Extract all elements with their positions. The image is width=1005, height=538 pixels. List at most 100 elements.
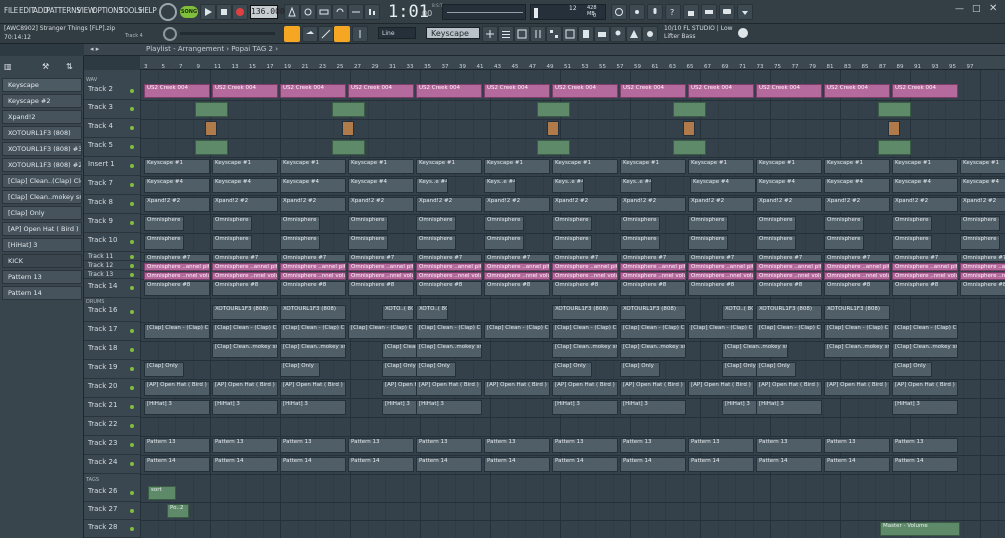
browser-sort-icon[interactable]: ⇅	[66, 62, 82, 72]
clip[interactable]: Omnisphere #7	[484, 254, 550, 262]
clip[interactable]: Keys..e #4	[416, 178, 448, 193]
clip[interactable]: [HiHat] 3	[416, 400, 482, 415]
clip[interactable]	[195, 102, 228, 117]
clip[interactable]: [Clap] Clean - (Clap) Clean	[212, 324, 278, 339]
clip[interactable]: [Clap] Clean..mokey snare	[552, 343, 618, 358]
channel-rack-icon[interactable]	[546, 26, 562, 42]
clip[interactable]: Omnisphere ..nnel volume	[280, 272, 346, 280]
clip[interactable]: Omnisphere #8	[552, 281, 618, 296]
clip[interactable]	[888, 121, 900, 136]
clip[interactable]: US2 Creek 004	[688, 84, 754, 98]
clip[interactable]: Keyscape #1	[212, 159, 278, 174]
clip[interactable]: Pattern 14	[552, 457, 618, 472]
clip[interactable]: Keyscape #1	[892, 159, 958, 174]
clip[interactable]: [HiHat] 3	[756, 400, 822, 415]
clip[interactable]: Keyscape #4	[892, 178, 958, 193]
track-header[interactable]: Track 14	[84, 280, 140, 298]
track-header[interactable]: Track 10	[84, 234, 140, 252]
clip[interactable]: Omnisphere #5	[620, 216, 660, 231]
clip[interactable]: Keys..e #4	[552, 178, 584, 193]
clip[interactable]: [Clap] Only	[416, 362, 456, 377]
clip[interactable]	[683, 121, 695, 136]
track-header[interactable]: Track 23	[84, 437, 140, 455]
countdown-icon[interactable]	[316, 4, 332, 20]
clip[interactable]: [Clap] Clean..mokey snare	[416, 343, 482, 358]
snap-select[interactable]: Line	[378, 27, 416, 39]
clip[interactable]: Xpand!2 #2	[416, 197, 482, 212]
clip[interactable]: Omnisphere ..annel pitch	[960, 263, 1005, 271]
clip[interactable]: Omnisphere #6	[688, 235, 728, 250]
browser-item-xpand[interactable]: Xpand!2	[2, 110, 82, 124]
clip[interactable]: Xpand!2 #2	[144, 197, 210, 212]
clip[interactable]: Pattern 14	[416, 457, 482, 472]
clip[interactable]: Omnisphere #8	[144, 281, 210, 296]
clip[interactable]: [HiHat] 3	[144, 400, 210, 415]
track-header[interactable]: Track 20	[84, 380, 140, 398]
clip[interactable]: Omnisphere #7	[960, 254, 1005, 262]
timeline-ruler[interactable]: 3 5 7 9 11 13 15 17 19 21 23 25 27 29 31 33 35 37 39 41 43 45…	[140, 56, 1005, 70]
track-header[interactable]: Track 9	[84, 215, 140, 233]
clip[interactable]: Pattern 13	[756, 438, 822, 453]
clip[interactable]: Omnisphere ..annel pitch	[756, 263, 822, 271]
browser-tools-icon[interactable]: ⚒	[42, 62, 58, 72]
track-enable-icon[interactable]	[130, 202, 134, 206]
clip[interactable]: Omnisphere #6	[348, 235, 388, 250]
shopping-cart-icon[interactable]	[701, 4, 717, 20]
clip[interactable]: Pattern 14	[824, 457, 890, 472]
clip[interactable]: Omnisphere ..annel pitch	[212, 263, 278, 271]
clip[interactable]: Keyscape #4	[212, 178, 278, 193]
clip[interactable]: US2 Creek 004	[144, 84, 210, 98]
clip[interactable]: Keyscape #1	[280, 159, 346, 174]
browser-icon[interactable]	[562, 26, 578, 42]
main-pitch-knob[interactable]	[163, 27, 177, 41]
track-header[interactable]: Track 11	[84, 253, 140, 261]
clip[interactable]: Keys..e #4	[484, 178, 516, 193]
clip[interactable]: [HiHat] 3	[620, 400, 686, 415]
clip[interactable]: Omnisphere #6	[552, 235, 592, 250]
clip[interactable]: [Clap] Clean - (Clap) Clean	[348, 324, 414, 339]
track-enable-icon[interactable]	[130, 462, 134, 466]
track-header[interactable]: Insert 1	[84, 158, 140, 176]
clip[interactable]	[537, 102, 570, 117]
piano-roll-icon[interactable]	[514, 26, 530, 42]
track-enable-icon[interactable]	[130, 183, 134, 187]
playlist-icon[interactable]	[498, 26, 514, 42]
clip[interactable]: Keyscape #4	[824, 178, 890, 193]
clip[interactable]: Keyscape #1	[484, 159, 550, 174]
maximize-icon[interactable]: □	[972, 4, 981, 14]
browser-item-pattern-13[interactable]: Pattern 13	[2, 270, 82, 284]
clip[interactable]: Omnisphere #5	[688, 216, 728, 231]
clip[interactable]: [HiHat] 3	[892, 400, 958, 415]
clip[interactable]: Pattern 14	[756, 457, 822, 472]
menu-patterns[interactable]: PATTERNS	[46, 6, 81, 15]
blend-notes-icon[interactable]	[348, 4, 364, 20]
clip[interactable]: Omnisphere #6	[416, 235, 456, 250]
browser-item-kick[interactable]: KICK	[2, 254, 82, 268]
clip[interactable]: [AP] Open Hat ( Bird )	[416, 381, 482, 396]
clip[interactable]: Pattern 14	[212, 457, 278, 472]
clip[interactable]	[547, 121, 559, 136]
track-header[interactable]: Track 16	[84, 304, 140, 322]
clip[interactable]: Omnisphere #5	[552, 216, 592, 231]
song-position-display[interactable]: 1:01 00	[388, 2, 438, 22]
browser-menu-icon[interactable]: ▥	[4, 62, 20, 72]
play-button[interactable]	[200, 4, 216, 20]
track-enable-icon[interactable]	[130, 443, 134, 447]
track-enable-icon[interactable]	[130, 405, 134, 409]
clip[interactable]: Xpand!2 #2	[348, 197, 414, 212]
clip[interactable]: US2 Creek 004	[348, 84, 414, 98]
clip[interactable]: Pattern 14	[280, 457, 346, 472]
clip[interactable]	[673, 102, 706, 117]
step-edit-icon[interactable]	[364, 4, 380, 20]
track-header[interactable]: Track 19	[84, 361, 140, 379]
clip[interactable]: Pattern 13	[280, 438, 346, 453]
clip[interactable]: XOTO..( 808) #3	[416, 305, 448, 320]
track-enable-icon[interactable]	[130, 310, 134, 314]
clip[interactable]	[195, 140, 228, 155]
clip[interactable]: Omnisphere #8	[892, 281, 958, 296]
clip[interactable]: Xpand!2 #2	[212, 197, 278, 212]
clip[interactable]: XOTOURL1F3 (808)	[756, 305, 822, 320]
clip[interactable]: Keyscape #1	[620, 159, 686, 174]
clip[interactable]: [Clap] Clean - (Clap) Clean	[144, 324, 210, 339]
clip[interactable]: Xpand!2 #2	[892, 197, 958, 212]
